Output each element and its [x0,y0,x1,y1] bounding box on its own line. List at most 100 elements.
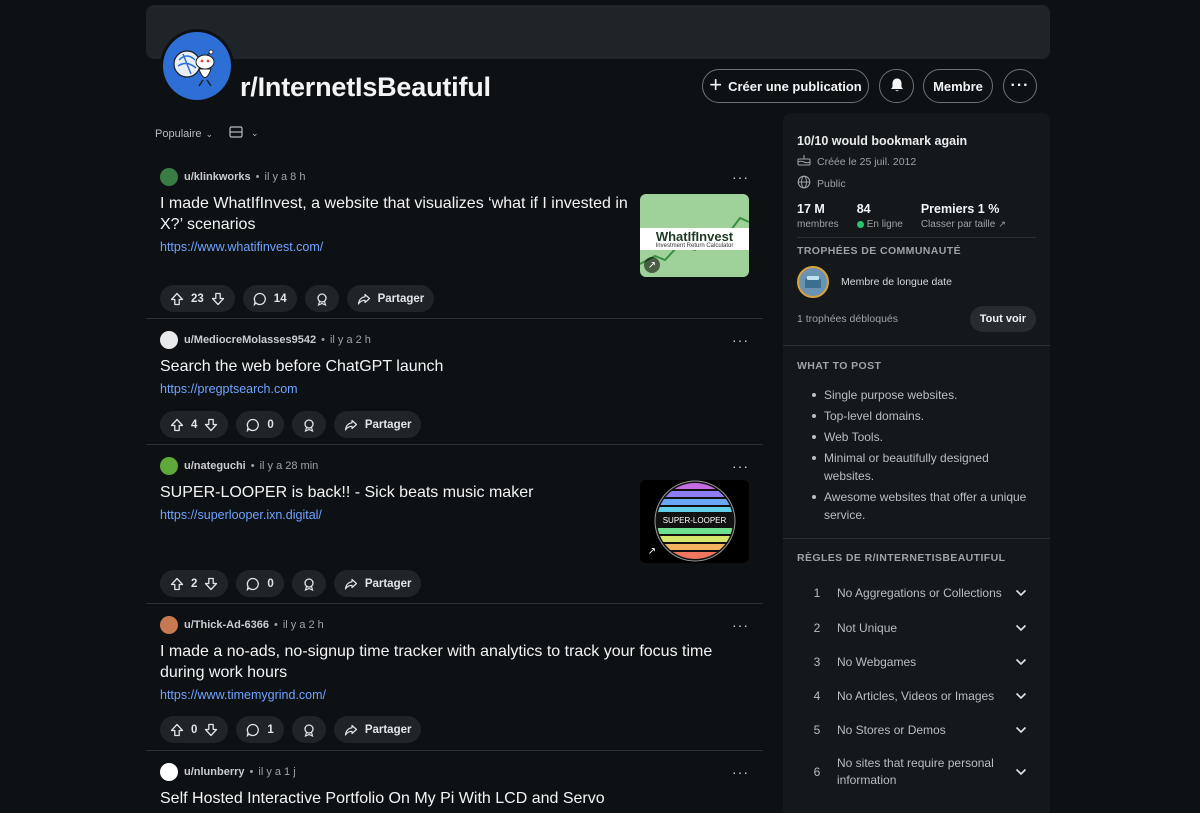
downvote-icon[interactable] [204,577,218,591]
share-button[interactable]: Partager [333,570,422,597]
view-mode-dropdown[interactable]: ⌄ [229,126,259,141]
post-card[interactable]: u/klinkworks • il y a 8 h ··· I made Wha… [146,156,763,319]
rank-value: Premiers 1 % [920,202,1000,216]
user-avatar[interactable] [160,331,178,349]
notifications-button[interactable] [879,69,914,103]
post-thumbnail[interactable]: SUPER-LOOPER ↗ [640,480,749,563]
rule-text: No Aggregations or Collections [837,585,1002,600]
post-card[interactable]: u/nlunberry • il y a 1 j ··· Self Hosted… [146,751,763,813]
trophies-count: 1 trophées débloqués [797,313,898,325]
globe-icon [797,175,811,192]
post-author[interactable]: u/klinkworks [184,171,251,183]
trophy-item: Membre de longue date [797,266,1036,298]
post-more-icon[interactable]: ··· [732,617,749,633]
upvote-icon[interactable] [170,723,184,737]
post-title[interactable]: SUPER-LOOPER is back!! - Sick beats musi… [160,482,630,503]
award-icon [302,418,316,432]
online-count: 84 [856,202,871,216]
external-link-icon: ↗ [644,543,660,559]
comments-button[interactable]: 0 [236,570,284,597]
post-more-icon[interactable]: ··· [732,458,749,474]
thumbnail-subheading: Investment Return Calculator [655,243,734,249]
rule-item[interactable]: 4 No Articles, Videos or Images [797,679,1036,713]
post-link[interactable]: https://www.timemygrind.com/ [160,688,749,702]
award-button[interactable] [291,570,326,597]
award-button[interactable] [304,285,339,312]
what-to-post-list: Single purpose websites. Top-level domai… [797,386,1036,524]
comments-button[interactable]: 14 [242,285,297,312]
post-more-icon[interactable]: ··· [732,169,749,185]
downvote-icon[interactable] [204,723,218,737]
post-card[interactable]: u/Thick-Ad-6366 • il y a 2 h ··· I made … [146,604,763,751]
share-button[interactable]: Partager [346,285,435,312]
upvote-icon[interactable] [170,418,184,432]
comments-button[interactable]: 1 [236,716,284,743]
post-author[interactable]: u/nlunberry [184,766,245,778]
visibility: Public [797,175,1036,192]
post-title[interactable]: I made a no-ads, no-signup time tracker … [160,641,740,683]
user-avatar[interactable] [160,168,178,186]
comments-button[interactable]: 0 [236,411,284,438]
post-time: il y a 8 h [264,171,306,183]
share-button[interactable]: Partager [333,411,422,438]
create-post-button[interactable]: + Créer une publication [702,69,869,103]
post-more-icon[interactable]: ··· [732,764,749,780]
upvote-icon[interactable] [170,292,184,306]
sort-label: Populaire [155,127,202,140]
bell-icon [889,77,905,96]
rule-item[interactable]: 3 No Webgames [797,645,1036,679]
award-button[interactable] [291,716,326,743]
rule-number: 5 [813,722,821,737]
post-author[interactable]: u/MediocreMolasses9542 [184,334,316,346]
community-info: 10/10 would bookmark again Créée le 25 j… [783,113,1050,237]
chevron-down-icon [1006,726,1036,734]
post-author[interactable]: u/Thick-Ad-6366 [184,619,269,631]
trophies-heading: TROPHÉES DE COMMUNAUTÉ [797,245,961,257]
stat-rank[interactable]: Premiers 1 % Classer par taille ↗ [921,202,1006,230]
rule-item[interactable]: 1 No Aggregations or Collections [797,575,1036,611]
member-button[interactable]: Membre [923,69,993,103]
post-card[interactable]: u/MediocreMolasses9542 • il y a 2 h ··· … [146,319,763,445]
meta-separator: • [321,334,325,346]
rule-item[interactable]: 5 No Stores or Demos [797,713,1036,747]
downvote-icon[interactable] [211,292,225,306]
vote-pill: 0 [160,716,229,743]
rule-item[interactable]: 2 Not Unique [797,611,1036,645]
community-avatar[interactable] [160,29,234,103]
user-avatar[interactable] [160,616,178,634]
sort-dropdown[interactable]: Populaire ⌄ [155,128,213,140]
award-icon [315,292,329,306]
post-card[interactable]: u/nateguchi • il y a 28 min ··· SUPER-LO… [146,445,763,604]
user-avatar[interactable] [160,763,178,781]
post-actions: 2 0 Partager [160,570,422,597]
post-title[interactable]: Self Hosted Interactive Portfolio On My … [160,788,740,809]
award-button[interactable] [291,411,326,438]
rule-item[interactable]: 6 No sites that require personal informa… [797,747,1036,797]
meta-separator: • [273,619,278,631]
post-thumbnail[interactable]: WhatIfInvest Investment Return Calculato… [640,194,749,277]
post-title[interactable]: Search the web before ChatGPT launch [160,356,630,377]
see-all-button[interactable]: Tout voir [969,306,1036,332]
chevron-down-icon [1006,768,1036,776]
post-link[interactable]: https://pregptsearch.com [160,382,749,396]
upvote-icon[interactable] [170,577,184,591]
feed-sort-bar: Populaire ⌄ ⌄ [155,126,259,141]
community-stats: 17 M membres 84 En ligne Premiers 1 % Cl… [797,202,1036,230]
post-author[interactable]: u/nateguchi [184,460,246,472]
comment-count: 0 [267,418,274,431]
rule-text: No Articles, Videos or Images [837,688,995,703]
comment-count: 1 [267,723,274,736]
share-button[interactable]: Partager [333,716,422,743]
user-avatar[interactable] [160,457,178,475]
chevron-down-icon [1006,624,1036,632]
award-icon [302,723,316,737]
stat-online: 84 En ligne [856,202,903,230]
thumbnail-heading: WhatIfInvest [655,229,734,244]
post-title[interactable]: I made WhatIfInvest, a website that visu… [160,193,630,235]
post-more-icon[interactable]: ··· [732,332,749,348]
external-link-icon: ↗ [644,257,660,273]
rule-text: No Webgames [837,654,917,669]
downvote-icon[interactable] [204,418,218,432]
share-icon [344,723,358,737]
more-options-button[interactable]: ··· [1003,69,1037,103]
